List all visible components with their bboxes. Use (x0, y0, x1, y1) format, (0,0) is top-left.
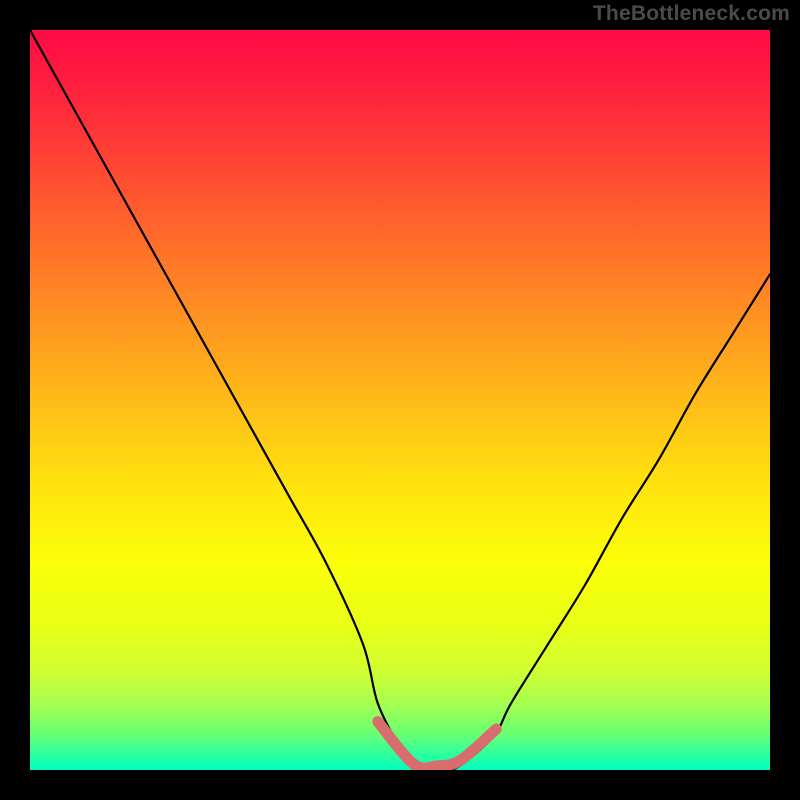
watermark-label: TheBottleneck.com (593, 2, 790, 26)
bottleneck-curve-path (30, 30, 770, 770)
bottleneck-curve-svg (30, 30, 770, 770)
optimal-range-path (378, 722, 496, 768)
chart-frame: TheBottleneck.com (0, 0, 800, 800)
plot-area (30, 30, 770, 770)
